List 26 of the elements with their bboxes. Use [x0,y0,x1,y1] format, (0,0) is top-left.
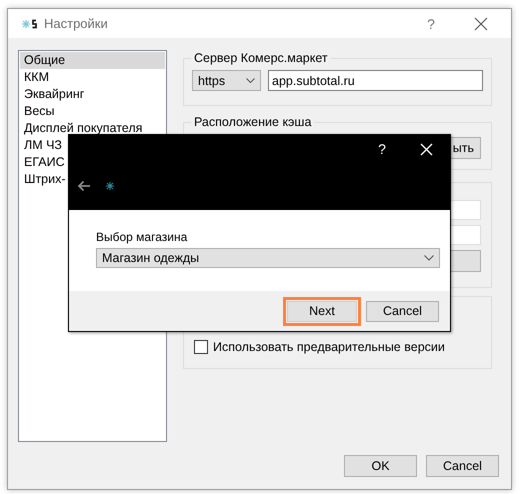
back-arrow-icon[interactable] [77,180,91,192]
store-label: Выбор магазина [96,230,188,244]
checkbox[interactable] [194,340,208,354]
close-icon [474,16,488,30]
chevron-icon [246,78,255,83]
scheme-dropdown[interactable]: https [192,70,261,91]
snowflake-icon [106,182,114,190]
list-item[interactable]: Общие [20,52,165,69]
group-title: Сервер Комерс.маркет [193,51,329,65]
dialog-button[interactable]: Cancel [366,300,439,322]
chevron-icon [424,255,434,261]
close-icon [420,142,432,156]
list-item[interactable]: ККМ [20,69,165,86]
dialog-button[interactable]: OK [344,455,417,477]
window-title: Настройки [44,16,108,31]
list-item[interactable]: Эквайринг [20,86,165,103]
dialog-button[interactable]: Cancel [426,455,499,477]
checkbox-label: Использовать предварительные версии [213,340,445,354]
help-button[interactable]: ? [360,135,404,163]
store-dropdown[interactable]: Магазин одежды [96,248,440,268]
group-title: Расположение кэша [193,115,312,129]
host-field[interactable]: app.subtotal.ru [268,70,483,91]
list-item[interactable]: Весы [20,103,165,120]
list-item[interactable]: Дисплей покупателя [20,120,165,137]
logo-icon [22,18,38,28]
help-button[interactable]: ? [409,10,453,38]
